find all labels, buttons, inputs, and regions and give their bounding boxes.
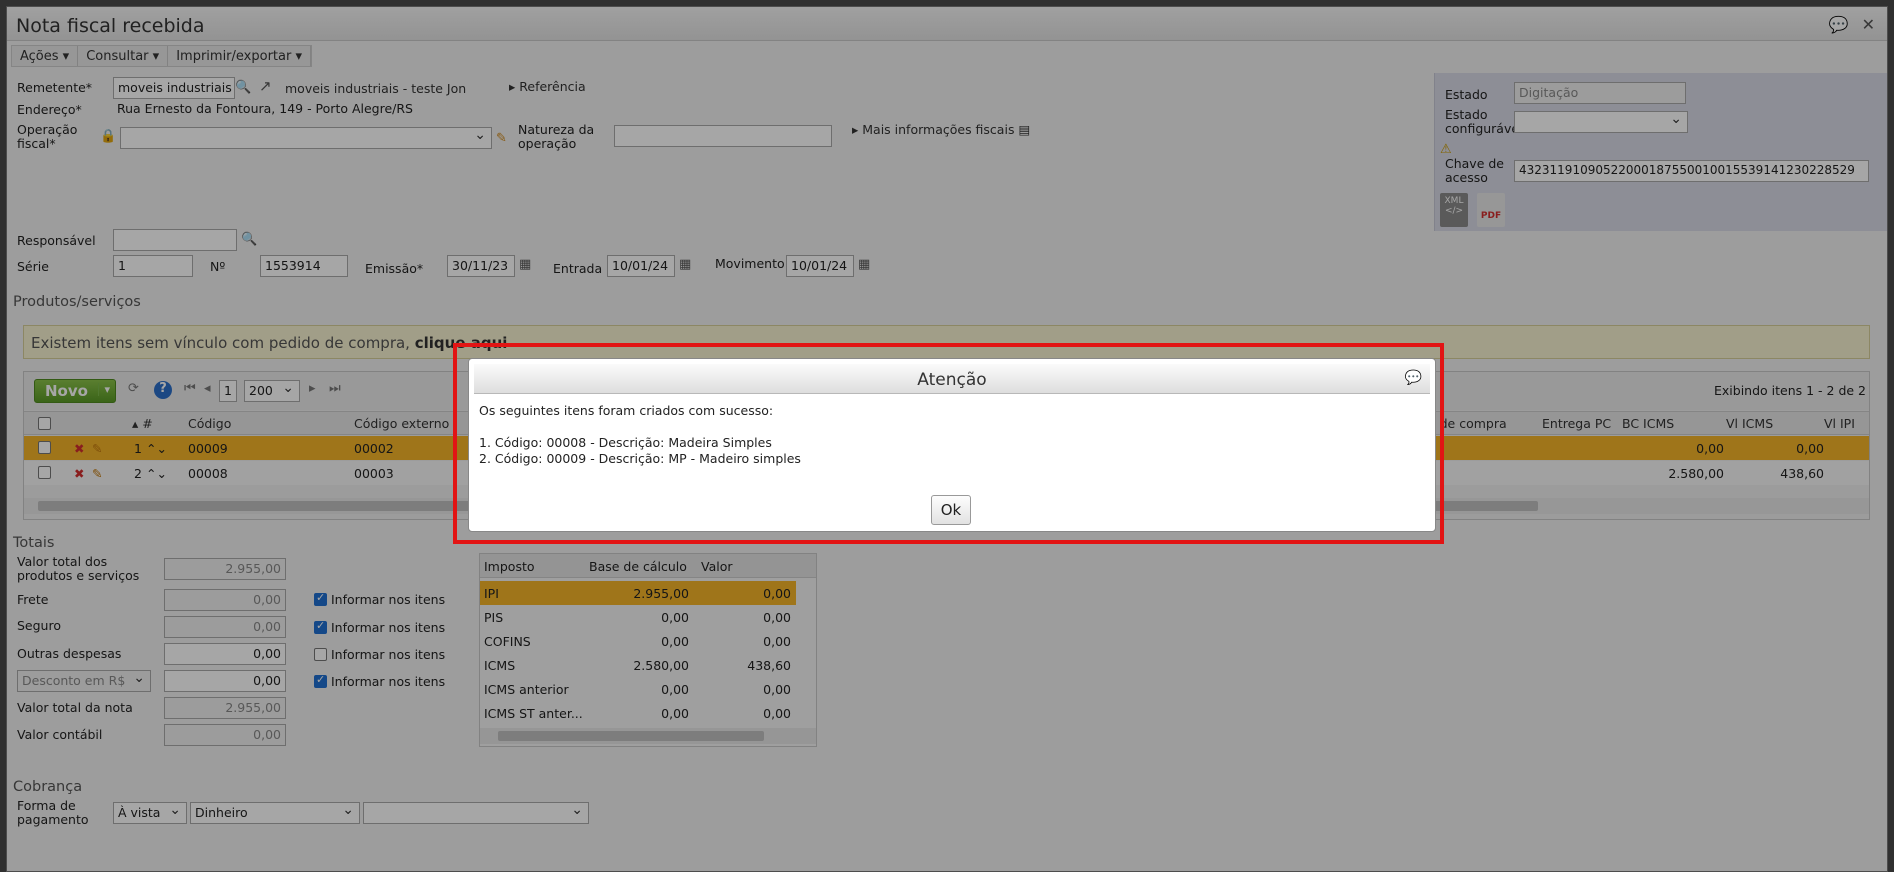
comment-icon[interactable]: 💬 (1405, 370, 1422, 386)
dialog-title: Atenção 💬 (474, 364, 1430, 394)
ok-button[interactable]: Ok (931, 495, 971, 525)
attention-dialog: Atenção 💬 Os seguintes itens foram criad… (468, 358, 1436, 532)
dialog-message: Os seguintes itens foram criados com suc… (479, 403, 801, 466)
